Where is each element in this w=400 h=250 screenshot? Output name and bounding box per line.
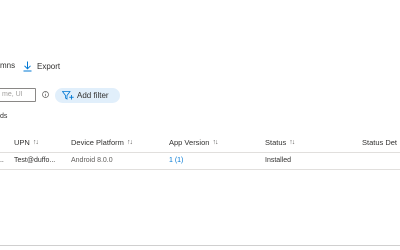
export-label: Export bbox=[37, 61, 61, 71]
app-install-status-table: UPN ↑↓ Device Platform ↑↓ App Version ↑↓… bbox=[0, 136, 400, 170]
table-header-row: UPN ↑↓ Device Platform ↑↓ App Version ↑↓… bbox=[0, 136, 400, 153]
sort-icon: ↑↓ bbox=[126, 139, 133, 146]
records-count-label: ds bbox=[0, 113, 8, 120]
add-filter-label: Add filter bbox=[77, 91, 109, 100]
add-filter-icon bbox=[62, 91, 74, 100]
column-header-label: Status Det bbox=[362, 138, 398, 147]
info-icon[interactable] bbox=[42, 91, 49, 98]
column-header-upn[interactable]: UPN ↑↓ bbox=[14, 138, 39, 147]
cell-device-platform: Android 8.0.0 bbox=[71, 157, 113, 164]
column-header-device-platform[interactable]: Device Platform ↑↓ bbox=[71, 138, 133, 147]
column-header-status[interactable]: Status ↑↓ bbox=[265, 138, 295, 147]
sort-icon: ↑↓ bbox=[289, 139, 295, 146]
column-header-app-version[interactable]: App Version ↑↓ bbox=[169, 138, 218, 147]
cell-status: Installed bbox=[265, 157, 292, 164]
divider bbox=[0, 245, 400, 246]
filter-row: me, UI Add filter bbox=[0, 88, 400, 104]
cell-app-version[interactable]: 1 (1) bbox=[169, 157, 183, 164]
table-body: ... Test@duffo... Android 8.0.0 1 (1) In… bbox=[0, 153, 400, 170]
column-header-status-details[interactable]: Status Det bbox=[362, 138, 397, 147]
cell-upn: Test@duffo... bbox=[14, 157, 56, 164]
row-lead-cell: ... bbox=[0, 157, 4, 164]
download-icon bbox=[23, 61, 32, 71]
search-input[interactable]: me, UI bbox=[0, 88, 36, 102]
toolbar: mns Export bbox=[0, 58, 400, 76]
column-header-label: Device Platform bbox=[71, 138, 124, 147]
column-header-label: Status bbox=[265, 138, 287, 147]
sort-icon: ↑↓ bbox=[212, 139, 218, 146]
table-row[interactable]: ... Test@duffo... Android 8.0.0 1 (1) In… bbox=[0, 153, 400, 170]
export-button[interactable]: Export bbox=[23, 58, 60, 74]
add-filter-button[interactable]: Add filter bbox=[55, 88, 120, 103]
column-header-label: App Version bbox=[169, 138, 210, 147]
column-header-label: UPN bbox=[14, 138, 30, 147]
columns-button-label[interactable]: mns bbox=[0, 61, 15, 70]
page: mns Export me, UI Add filter ds UPN ↑↓ D… bbox=[0, 0, 400, 250]
sort-icon: ↑↓ bbox=[32, 139, 39, 146]
